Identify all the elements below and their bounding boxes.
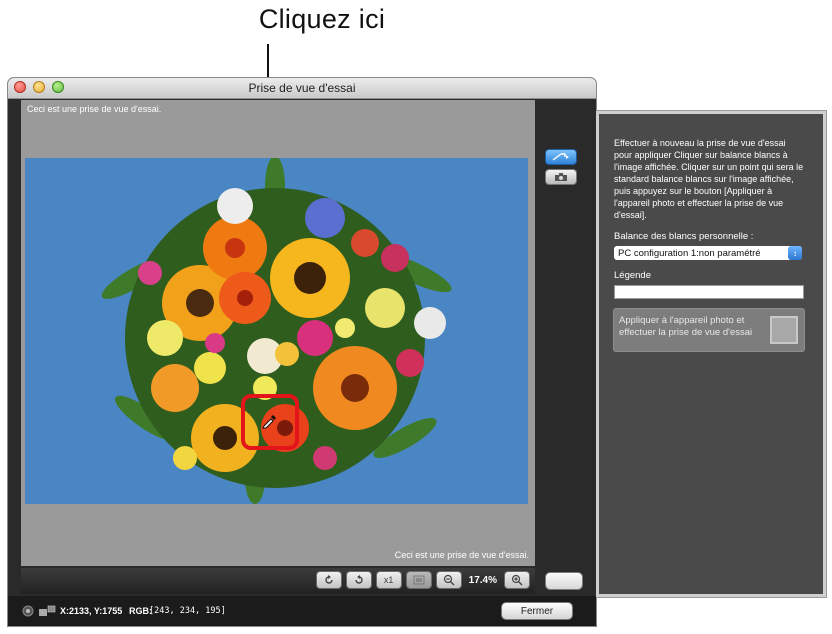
window-title: Prise de vue d'essai — [248, 81, 356, 95]
zoom-level: 17.4% — [468, 574, 497, 586]
white-balance-picker-button[interactable] — [546, 150, 576, 164]
fit-to-window-button[interactable] — [406, 572, 431, 588]
camera-icon — [555, 173, 567, 181]
status-bar: X:2133, Y:1755 RGB: [243, 234, 195] Ferm… — [8, 596, 596, 626]
rotate-right-button[interactable] — [346, 572, 371, 588]
eye-icon — [22, 605, 34, 617]
actual-size-button[interactable]: x1 — [376, 572, 401, 588]
test-photo[interactable] — [25, 158, 528, 504]
camera-settings-button[interactable] — [546, 170, 576, 184]
rotate-right-icon — [354, 575, 363, 584]
legend-label: Légende — [614, 270, 651, 281]
zoom-out-button[interactable] — [436, 572, 461, 588]
rotate-left-button[interactable] — [316, 572, 341, 588]
rotate-left-icon — [324, 575, 333, 584]
zoom-in-icon — [511, 574, 523, 586]
callout-label: Cliquez ici — [258, 4, 386, 34]
blank-button[interactable] — [546, 573, 582, 589]
fit-icon — [413, 575, 425, 585]
eyedropper-icon — [552, 153, 569, 161]
eyedropper-cursor-icon — [262, 415, 276, 429]
apply-and-shoot-button[interactable]: Appliquer à l'appareil photo et effectue… — [614, 309, 804, 351]
zoom-out-icon — [443, 574, 455, 586]
cursor-coordinates: X:2133, Y:1755 — [60, 606, 123, 616]
apply-label: Appliquer à l'appareil photo et effectue… — [619, 315, 753, 338]
camera-pc-icon — [39, 605, 56, 616]
help-text: Effectuer à nouveau la prise de vue d'es… — [614, 138, 804, 220]
caption-bottom: Ceci est une prise de vue d'essai. — [394, 550, 529, 560]
rgb-value: [243, 234, 195] — [149, 606, 226, 616]
wb-select[interactable]: PC configuration 1:non paramétré ↕ — [614, 246, 802, 260]
select-arrows-icon: ↕ — [788, 246, 802, 260]
flower-bouquet-image — [25, 158, 528, 504]
apply-thumbnail — [770, 316, 798, 344]
wb-label: Balance des blancs personnelle : — [614, 231, 754, 242]
side-panel: Effectuer à nouveau la prise de vue d'es… — [596, 110, 827, 598]
caption-top: Ceci est une prise de vue d'essai. — [27, 104, 162, 114]
wb-selected-value: PC configuration 1:non paramétré — [618, 247, 761, 259]
image-toolbar: x1 17.4% — [21, 568, 535, 594]
zoom-in-button[interactable] — [505, 572, 529, 588]
close-button[interactable]: Fermer — [502, 603, 572, 619]
test-shot-window: Prise de vue d'essai Ceci est une prise … — [8, 78, 596, 626]
preview-area: Ceci est une prise de vue d'essai. Ceci … — [21, 100, 535, 566]
title-bar: Prise de vue d'essai — [8, 78, 596, 99]
legend-input[interactable] — [614, 285, 804, 299]
side-tool-buttons — [546, 150, 576, 190]
